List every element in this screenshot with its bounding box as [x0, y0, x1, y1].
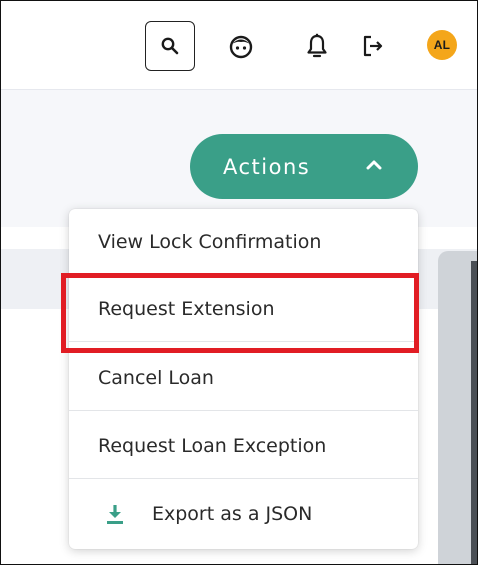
logout-button[interactable]: [358, 31, 388, 61]
menu-item-cancel-loan[interactable]: Cancel Loan: [69, 345, 418, 411]
search-button[interactable]: [145, 21, 195, 71]
menu-item-label: Export as a JSON: [152, 503, 313, 525]
download-icon: [107, 505, 123, 524]
search-icon: [161, 37, 179, 55]
top-header: AL: [1, 1, 477, 90]
logout-icon: [363, 35, 383, 57]
face-icon: [229, 35, 253, 59]
menu-item-label: Request Loan Exception: [98, 434, 327, 457]
actions-menu: View Lock Confirmation Request Extension…: [69, 209, 418, 549]
highlight-box: [61, 273, 419, 353]
chevron-up-icon: [366, 160, 382, 170]
actions-button[interactable]: Actions: [190, 134, 418, 199]
face-button[interactable]: [226, 31, 256, 61]
user-avatar[interactable]: AL: [427, 30, 457, 60]
menu-item-export-json[interactable]: Export as a JSON: [69, 481, 418, 547]
menu-item-view-lock-confirmation[interactable]: View Lock Confirmation: [69, 209, 418, 275]
side-panel-scrollbar[interactable]: [471, 261, 477, 564]
actions-label: Actions: [223, 154, 311, 179]
notifications-button[interactable]: [302, 31, 332, 61]
menu-item-label: Cancel Loan: [98, 366, 214, 389]
menu-item-request-loan-exception[interactable]: Request Loan Exception: [69, 413, 418, 479]
app-window: AL Actions View Lock Confirmation Reques…: [0, 0, 478, 565]
bell-icon: [307, 33, 327, 58]
menu-item-label: View Lock Confirmation: [98, 230, 322, 253]
